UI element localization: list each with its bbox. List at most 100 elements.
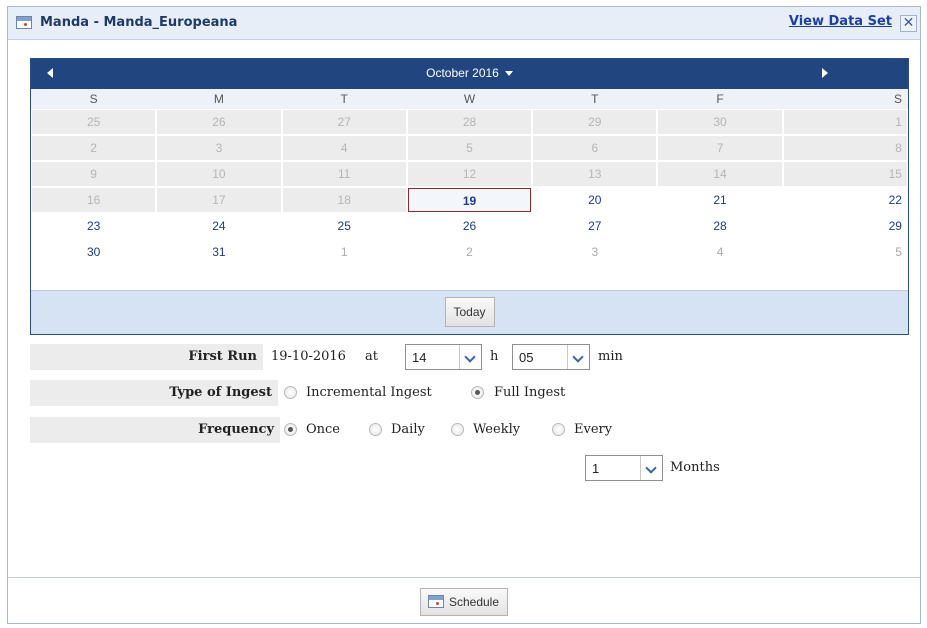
weekly-label[interactable]: Weekly [473,422,520,437]
view-data-set-link[interactable]: View Data Set [789,14,892,29]
chevron-down-icon[interactable] [567,345,589,369]
caret-down-icon [504,71,513,77]
weekday-label: T [591,92,599,106]
weekday-label: T [340,92,348,106]
first-run-row: First Run 19-10-2016 at 14 h 05 min [30,344,670,370]
date-picker-calendar: October 2016 SMTWTFS 25 26 27 28 29 30 1 2 3 4 5 6 7… [30,58,909,335]
calendar-day: 12 [407,162,532,186]
calendar-day[interactable]: 20 [533,188,656,212]
today-button[interactable]: Today [444,297,495,327]
calendar-day[interactable]: 23 [32,214,155,238]
daily-radio[interactable] [369,423,382,436]
schedule-dialog: Manda - Manda_Europeana View Data Set ✕ … [7,6,921,624]
minute-select[interactable]: 05 [512,344,590,370]
calendar-day[interactable]: 25 [283,214,406,238]
calendar-day: 14 [658,162,782,186]
first-run-label: First Run [30,344,263,370]
calendar-day[interactable]: 28 [658,214,781,238]
once-label[interactable]: Once [306,422,340,437]
dialog-title: Manda - Manda_Europeana [40,15,238,30]
dialog-footer: Schedule [8,577,920,623]
calendar-day[interactable]: 31 [157,240,280,264]
schedule-icon [427,595,444,608]
calendar-days-grid: 25 26 27 28 29 30 1 2 3 4 5 6 7 8 9 10 11 12 13 14 15 16 17 18 1… [31,109,908,265]
calendar-day[interactable]: 27 [533,214,656,238]
first-run-at-text: at [365,349,378,364]
calendar-day[interactable]: 26 [408,214,531,238]
calendar-day[interactable]: 1 [283,240,406,264]
frequency-row: Frequency Once Daily Weekly Every [30,417,670,443]
month-title: October 2016 [426,66,499,80]
minute-value: 05 [519,350,534,365]
calendar-day: 5 [407,136,532,160]
weekday-label: S [893,92,902,106]
close-icon[interactable]: ✕ [900,15,917,32]
calendar-day: 26 [157,110,281,134]
schedule-label: Schedule [448,595,500,609]
frequency-label: Frequency [30,417,280,443]
calendar-day: 18 [282,188,406,212]
weekday-label: S [89,92,98,106]
calendar-day: 25 [32,110,156,134]
calendar-day: 8 [783,136,907,160]
calendar-header: October 2016 [31,59,908,89]
calendar-day: 1 [783,110,907,134]
every-radio[interactable] [552,423,565,436]
calendar-day: 17 [157,188,281,212]
incremental-ingest-radio[interactable] [284,386,297,399]
calendar-day[interactable]: 22 [784,188,907,212]
weekday-label: F [716,92,724,106]
every-value-select[interactable]: 1 [585,455,663,481]
full-ingest-radio[interactable] [471,386,484,399]
daily-label[interactable]: Daily [391,422,425,437]
schedule-button[interactable]: Schedule [419,588,509,616]
incremental-ingest-label[interactable]: Incremental Ingest [306,385,432,400]
calendar-day: 3 [157,136,281,160]
calendar-day: 27 [282,110,406,134]
calendar-day: 9 [32,162,156,186]
calendar-day[interactable]: 21 [658,188,781,212]
calendar-day: 16 [32,188,156,212]
every-value: 1 [592,461,600,476]
every-label[interactable]: Every [574,422,612,437]
next-month-icon[interactable] [822,68,828,78]
first-run-date: 19-10-2016 [271,349,346,364]
calendar-day: 2 [32,136,156,160]
weekday-header-row: SMTWTFS [31,89,908,109]
calendar-day: 4 [282,136,406,160]
calendar-day[interactable]: 5 [784,240,907,264]
calendar-day: 6 [533,136,657,160]
window-icon [16,16,32,29]
calendar-day: 7 [658,136,782,160]
type-of-ingest-label: Type of Ingest [30,380,278,406]
calendar-day[interactable]: 3 [533,240,656,264]
calendar-day: 30 [658,110,782,134]
type-of-ingest-row: Type of Ingest Incremental Ingest Full I… [30,380,670,406]
calendar-day[interactable]: 24 [157,214,280,238]
hour-unit: h [490,349,499,364]
hour-select[interactable]: 14 [405,344,482,370]
calendar-day: 13 [533,162,657,186]
every-unit-label: Months [670,460,720,475]
chevron-down-icon[interactable] [459,345,481,369]
calendar-day-selected[interactable]: 19 [407,188,532,212]
calendar-day[interactable]: 2 [408,240,531,264]
month-year-selector[interactable]: October 2016 [31,66,908,80]
calendar-footer: Today [31,290,908,334]
calendar-day[interactable]: 4 [658,240,781,264]
weekly-radio[interactable] [451,423,464,436]
hour-value: 14 [412,350,427,365]
chevron-down-icon[interactable] [640,456,662,480]
every-interval-row: 1 Months [30,455,790,481]
calendar-day: 28 [407,110,532,134]
weekday-label: M [213,92,224,106]
full-ingest-label[interactable]: Full Ingest [494,385,565,400]
dialog-titlebar: Manda - Manda_Europeana View Data Set ✕ [8,7,920,40]
weekday-label: W [463,92,476,106]
once-radio[interactable] [284,423,297,436]
calendar-day[interactable]: 29 [784,214,907,238]
minute-unit: min [598,349,623,364]
calendar-day[interactable]: 30 [32,240,155,264]
calendar-day: 15 [783,162,907,186]
calendar-day: 29 [533,110,657,134]
